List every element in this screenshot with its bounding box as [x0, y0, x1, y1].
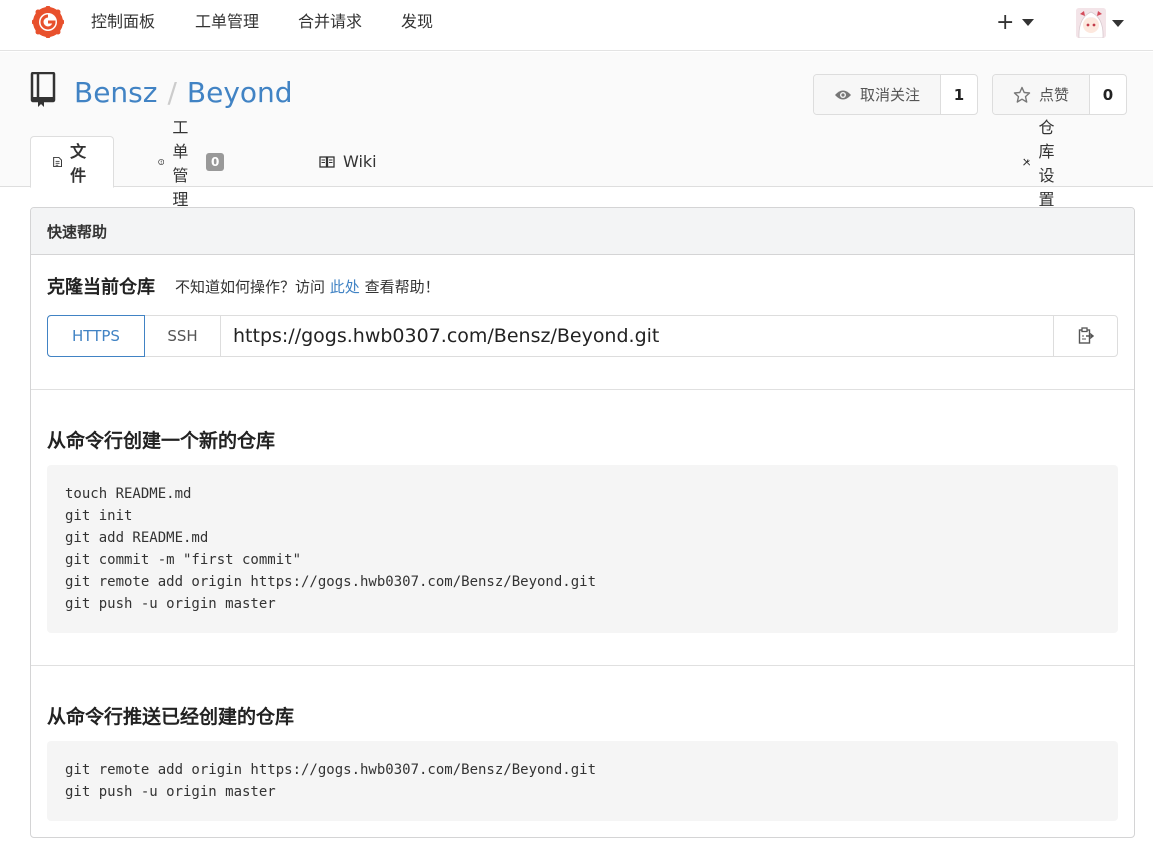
repo-title: Bensz / Beyond — [74, 76, 293, 110]
clipboard-icon — [1078, 327, 1094, 344]
user-menu[interactable] — [1076, 8, 1124, 38]
repo-title-separator: / — [167, 76, 177, 109]
tab-settings-label: 仓库设置 — [1038, 117, 1055, 209]
file-text-icon — [53, 156, 62, 168]
plus-icon: + — [996, 9, 1015, 35]
ssh-button[interactable]: SSH — [145, 316, 221, 356]
create-new-menu[interactable]: + — [996, 8, 1035, 36]
https-button[interactable]: HTTPS — [47, 315, 145, 357]
watchers-count[interactable]: 1 — [941, 75, 977, 114]
copy-url-button[interactable] — [1053, 316, 1117, 356]
repo-name-link[interactable]: Beyond — [187, 76, 293, 109]
repo-owner-link[interactable]: Bensz — [74, 76, 157, 109]
clone-help-suffix: 查看帮助！ — [364, 278, 440, 296]
quick-help-panel: 快速帮助 克隆当前仓库 不知道如何操作？访问 此处 查看帮助！ HTTPS SS… — [30, 207, 1135, 838]
repo-book-icon — [30, 72, 56, 107]
star-icon — [1013, 86, 1031, 103]
tab-wiki[interactable]: Wiki — [319, 136, 377, 187]
create-repo-title: 从命令行创建一个新的仓库 — [47, 430, 276, 452]
clone-section: 克隆当前仓库 不知道如何操作？访问 此处 查看帮助！ HTTPS SSH — [31, 255, 1134, 390]
clone-url-box: HTTPS SSH — [47, 315, 1118, 357]
clone-help-prefix: 不知道如何操作？访问 — [175, 278, 326, 296]
clone-url-input[interactable] — [221, 316, 1053, 356]
top-navbar: 控制面板 工单管理 合并请求 发现 + — [0, 0, 1153, 51]
nav-issues[interactable]: 工单管理 — [195, 12, 259, 32]
nav-explore[interactable]: 发现 — [401, 12, 433, 32]
panel-header: 快速帮助 — [31, 208, 1134, 255]
issues-count-badge: 0 — [206, 152, 225, 171]
tab-files[interactable]: 文件 — [30, 136, 115, 188]
star-label: 点赞 — [1039, 86, 1070, 104]
clone-help-text: 不知道如何操作？访问 此处 查看帮助！ — [175, 276, 440, 297]
star-button-group: 点赞 0 — [992, 74, 1128, 115]
stars-count[interactable]: 0 — [1090, 75, 1126, 114]
unwatch-button[interactable]: 取消关注 — [814, 75, 942, 114]
tab-settings[interactable]: 仓库设置 — [1023, 118, 1065, 209]
issue-opened-icon — [158, 158, 165, 165]
nav-dashboard[interactable]: 控制面板 — [91, 12, 155, 32]
caret-down-icon — [1112, 19, 1124, 27]
star-button[interactable]: 点赞 — [993, 75, 1091, 114]
clone-title: 克隆当前仓库 — [47, 277, 155, 298]
create-repo-code: touch README.md git init git add README.… — [47, 465, 1118, 633]
push-repo-code: git remote add origin https://gogs.hwb03… — [47, 741, 1118, 821]
caret-down-icon — [1022, 18, 1035, 26]
tools-icon — [1023, 158, 1031, 165]
tab-files-label: 文件 — [70, 142, 87, 185]
push-repo-section: 从命令行推送已经创建的仓库 git remote add origin http… — [31, 666, 1134, 837]
clone-help-link[interactable]: 此处 — [330, 278, 360, 296]
gogs-logo-icon[interactable] — [32, 6, 64, 38]
eye-icon — [835, 90, 851, 99]
book-open-icon — [319, 155, 335, 168]
avatar — [1076, 8, 1106, 38]
repo-header: Bensz / Beyond 取消关注 1 点赞 0 文件 工单管理 0 Wik… — [0, 52, 1153, 209]
watch-button-group: 取消关注 1 — [813, 74, 979, 115]
tab-wiki-label: Wiki — [343, 152, 377, 171]
tab-issues-label: 工单管理 — [172, 117, 189, 209]
unwatch-label: 取消关注 — [860, 86, 921, 104]
tab-issues[interactable]: 工单管理 0 — [158, 118, 225, 209]
create-repo-section: 从命令行创建一个新的仓库 touch README.md git init gi… — [31, 390, 1134, 666]
push-repo-title: 从命令行推送已经创建的仓库 — [47, 706, 295, 728]
nav-pulls[interactable]: 合并请求 — [298, 12, 362, 32]
